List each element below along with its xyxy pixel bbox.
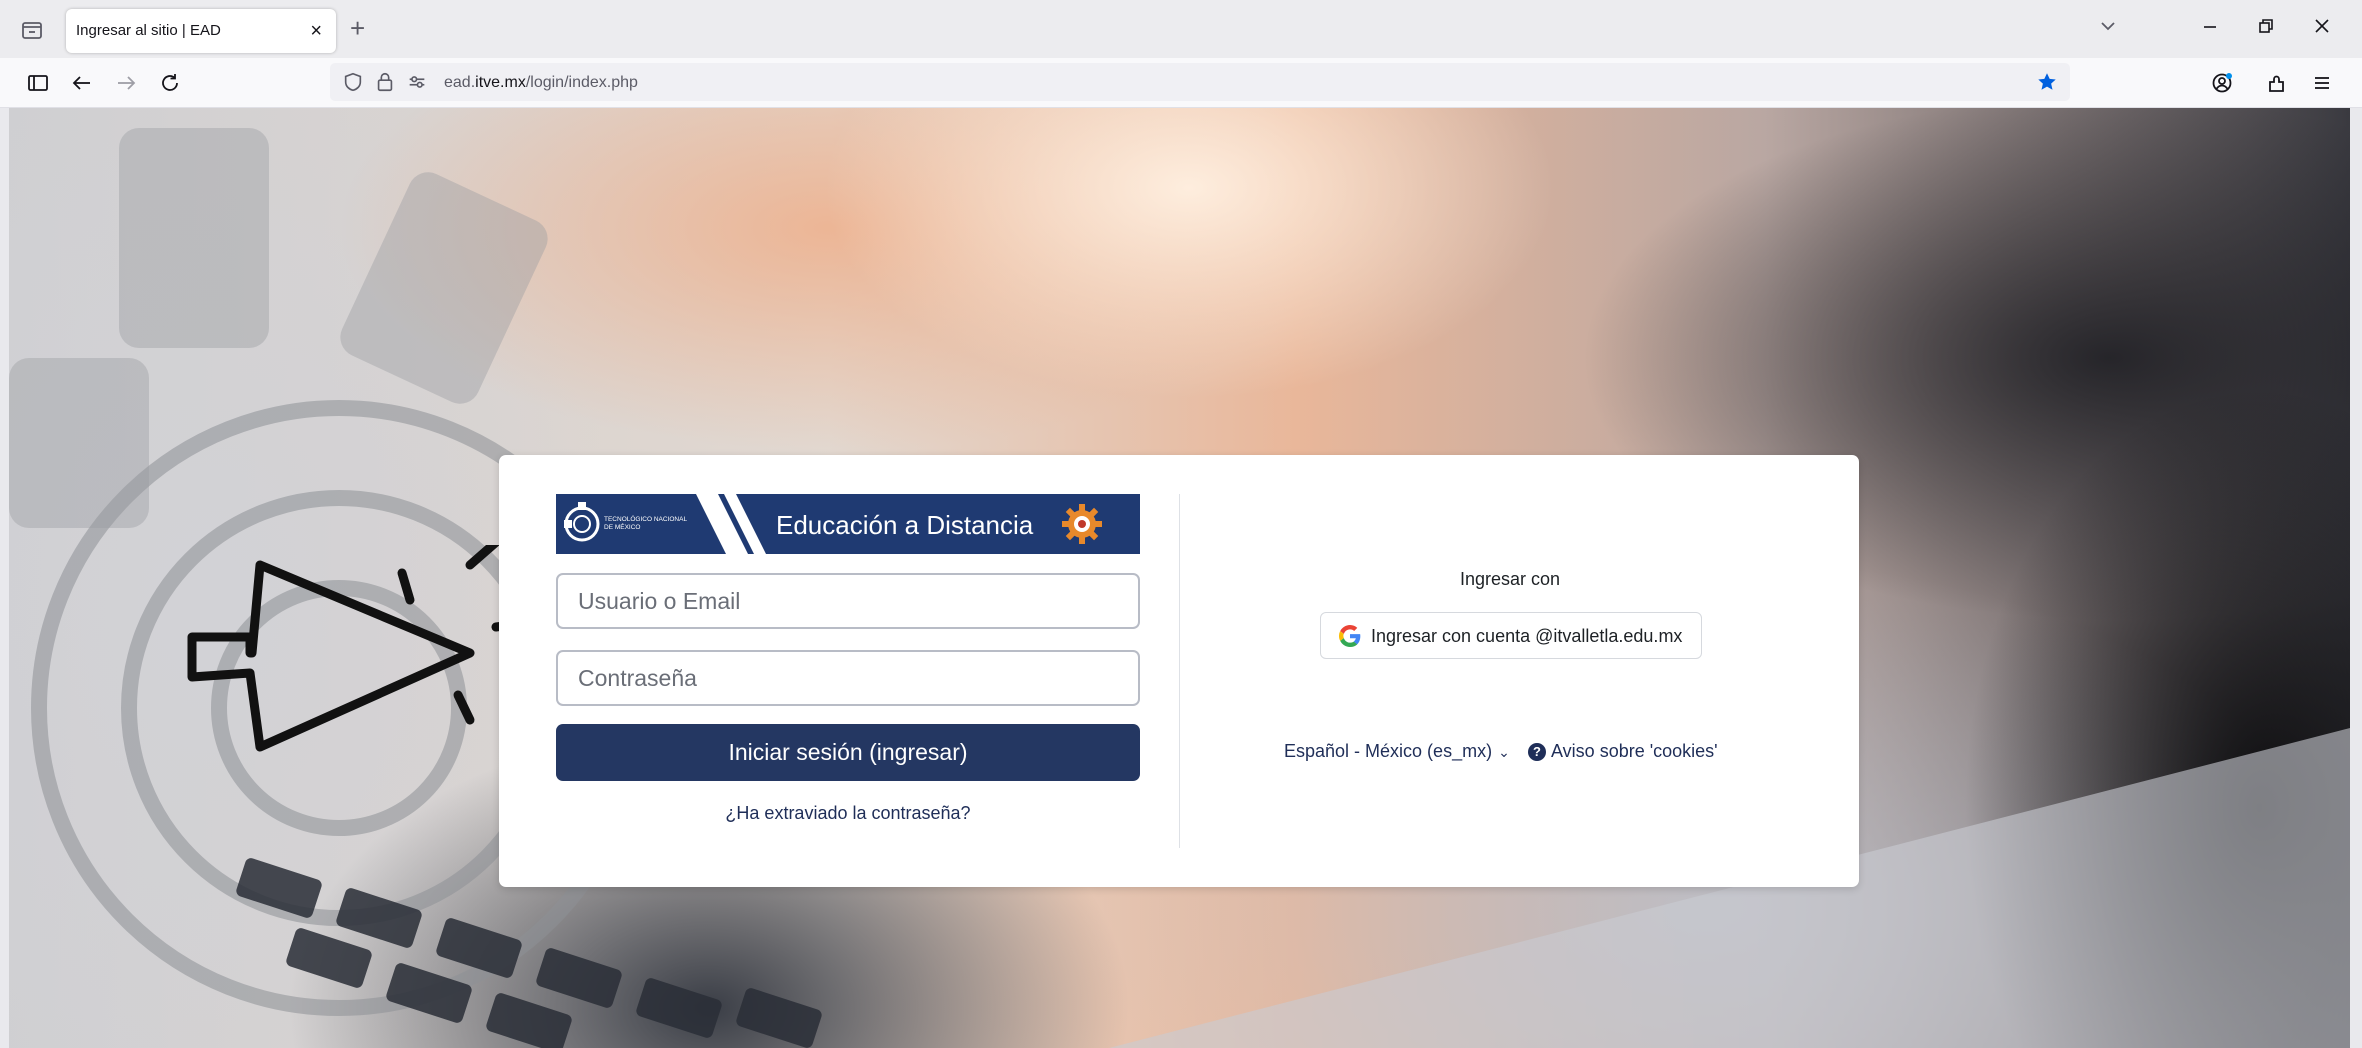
new-tab-button[interactable]: + [350,14,365,42]
tecnm-logo-icon [564,502,600,542]
browser-tab-active[interactable]: Ingresar al sitio | EAD × [66,9,336,53]
lock-icon[interactable] [374,71,396,93]
reload-icon[interactable] [158,71,182,95]
account-icon[interactable] [2210,71,2234,95]
url-domain-main: itve.mx [475,74,526,91]
username-input[interactable] [556,573,1140,629]
forgot-password-link[interactable]: ¿Ha extraviado la contraseña? [556,803,1140,824]
question-circle-icon: ? [1528,743,1546,761]
sidebar-toggle-icon[interactable] [26,71,50,95]
tab-title: Ingresar al sitio | EAD [76,22,221,39]
forward-arrow-icon[interactable] [114,71,138,95]
bookmark-star-icon[interactable] [2036,71,2058,93]
tecnm-logo-text: TECNOLÓGICO NACIONAL DE MÉXICO [604,516,687,531]
menu-hamburger-icon[interactable] [2310,71,2334,95]
tab-list-icon[interactable] [20,18,44,42]
language-selector[interactable]: Español - México (es_mx) ⌄ [1284,741,1510,762]
brand-banner: TECNOLÓGICO NACIONAL DE MÉXICO Educación… [556,494,1140,554]
url-domain-prefix: ead. [444,74,476,91]
google-login-label: Ingresar con cuenta @itvalletla.edu.mx [1371,626,1683,646]
institute-seal-icon [1062,504,1102,544]
login-button[interactable]: Iniciar sesión (ingresar) [556,724,1140,781]
oauth-heading: Ingresar con [1459,569,1561,589]
restore-icon[interactable] [2254,14,2278,38]
google-g-icon [1339,625,1361,647]
url-bar[interactable]: ead.itve.mx/login/index.php [330,63,2070,101]
password-input[interactable] [556,650,1140,706]
chevron-down-icon: ⌄ [1498,744,1510,760]
url-text[interactable]: ead.itve.mx/login/index.php [444,74,638,92]
banner-stripes [696,494,766,554]
close-window-icon[interactable] [2310,14,2334,38]
browser-nav-bar: ead.itve.mx/login/index.php [0,58,2362,108]
browser-tab-bar: Ingresar al sitio | EAD × + [0,0,2362,58]
card-divider [1179,494,1180,848]
cookies-notice-link[interactable]: ? Aviso sobre 'cookies' [1528,741,1718,762]
back-arrow-icon[interactable] [70,71,94,95]
language-label: Español - México (es_mx) [1284,741,1493,761]
banner-title: Educación a Distancia [776,510,1034,540]
minimize-icon[interactable] [2198,14,2222,38]
list-all-tabs-chevron-icon[interactable] [2096,14,2120,38]
tab-close-icon[interactable]: × [310,19,322,43]
cookies-notice-label: Aviso sobre 'cookies' [1551,741,1718,761]
permissions-icon[interactable] [406,71,428,93]
extensions-icon[interactable] [2265,71,2289,95]
url-path: /login/index.php [525,74,638,91]
google-login-button[interactable]: Ingresar con cuenta @itvalletla.edu.mx [1320,612,1702,659]
tracking-shield-icon[interactable] [342,71,364,93]
